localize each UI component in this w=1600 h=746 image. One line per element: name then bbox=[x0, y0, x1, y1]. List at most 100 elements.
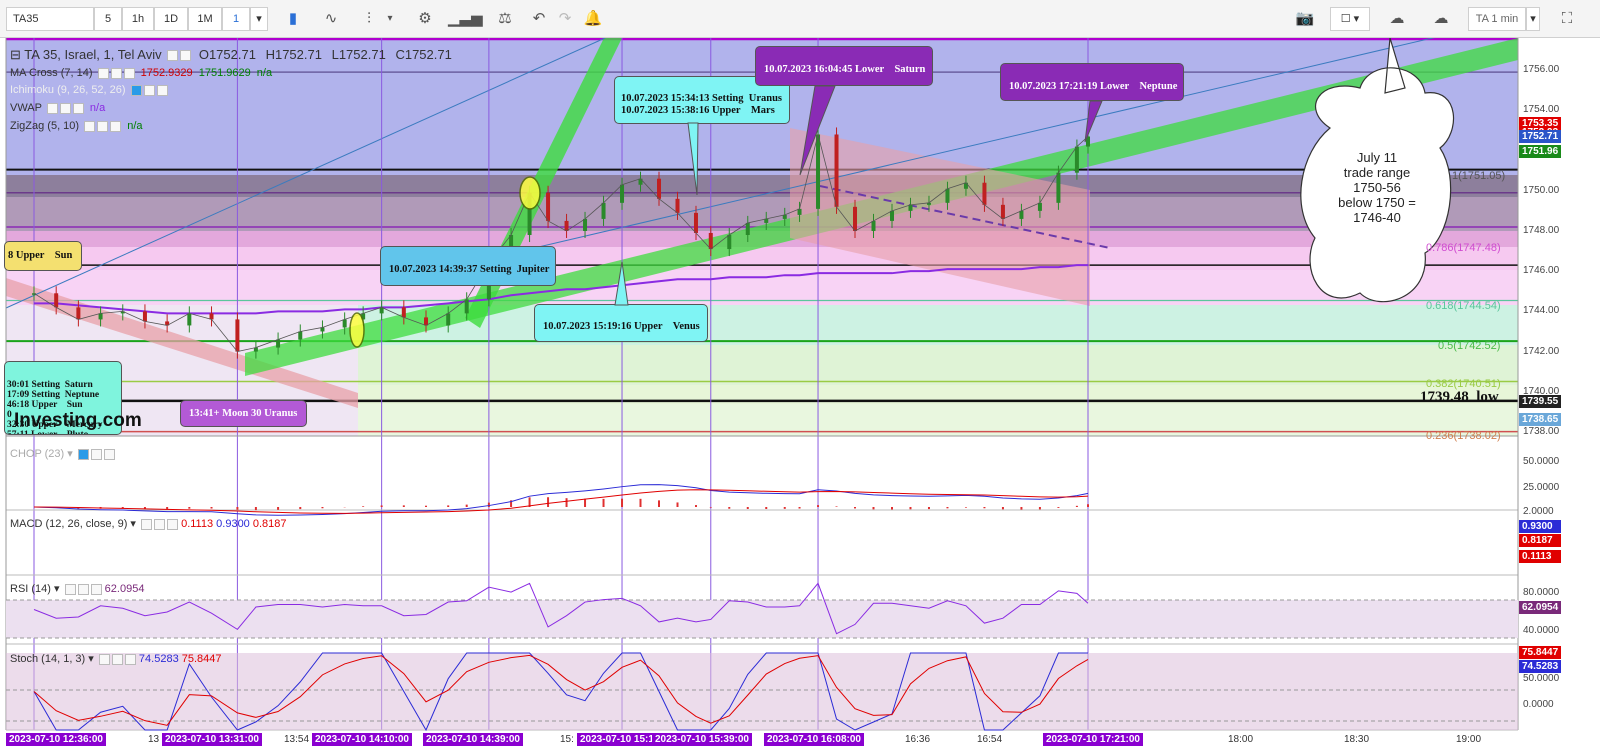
indicator-label: MA Cross (7, 14) bbox=[10, 67, 93, 79]
legend-close-icon[interactable] bbox=[110, 120, 122, 132]
legend-settings-icon[interactable] bbox=[154, 518, 166, 530]
legend-close-icon[interactable] bbox=[124, 653, 136, 665]
compare-dropdown-icon[interactable]: ▾ bbox=[382, 7, 398, 31]
panel-tick: 50.0000 bbox=[1523, 456, 1560, 467]
ohlc-close: C1752.71 bbox=[395, 47, 452, 62]
time-tick: 18:30 bbox=[1344, 734, 1370, 745]
redo-icon[interactable]: ↷ bbox=[550, 7, 580, 31]
legend-collapse-icon[interactable]: ⊟ bbox=[10, 47, 21, 62]
legend-settings-icon[interactable] bbox=[110, 67, 122, 79]
legend-eye-icon[interactable] bbox=[130, 84, 142, 96]
candle-body bbox=[142, 311, 147, 322]
legend-close-icon[interactable] bbox=[156, 84, 168, 96]
legend-eye-icon[interactable] bbox=[46, 102, 58, 114]
time-tick: 16:36 bbox=[905, 734, 931, 745]
time-tag: 2023-07-10 14:10:00 bbox=[312, 733, 412, 746]
candle-body bbox=[657, 178, 662, 199]
alert-bell-icon[interactable]: 🔔 bbox=[578, 7, 608, 31]
time-tag: 2023-07-10 16:08:00 bbox=[764, 733, 864, 746]
highlight-ellipse bbox=[519, 176, 541, 210]
legend-settings-icon[interactable] bbox=[90, 448, 102, 460]
interval-1d-button[interactable]: 1D bbox=[154, 7, 188, 31]
candle-body bbox=[889, 210, 894, 221]
ma-cross-value-1: 1752.9329 bbox=[140, 67, 193, 79]
provider-button[interactable]: TA 1 min bbox=[1468, 7, 1526, 31]
legend-eye-icon[interactable] bbox=[64, 583, 76, 595]
candle-body bbox=[187, 313, 192, 326]
time-tag: 2023-07-10 13:31:00 bbox=[162, 733, 262, 746]
cloud-download-icon[interactable]: ☁ bbox=[1382, 7, 1412, 31]
legend-close-icon[interactable] bbox=[103, 448, 115, 460]
rsi-value: 62.0954 bbox=[104, 583, 145, 595]
cloud-note-line: July 11 bbox=[1356, 150, 1398, 165]
color-picker-button[interactable]: ☐ ▾ bbox=[1330, 7, 1370, 31]
cloud-note-line: below 1750 = bbox=[1338, 195, 1416, 210]
symbol-search-input[interactable]: TA35 bbox=[6, 7, 94, 31]
interval-selected[interactable]: 1 bbox=[222, 7, 250, 31]
candle-body bbox=[76, 307, 81, 320]
indicators-icon[interactable]: ∿ bbox=[316, 7, 346, 31]
time-tick: 15: bbox=[560, 734, 574, 745]
price-tick: 1754.00 bbox=[1523, 104, 1560, 116]
legend-settings-icon[interactable] bbox=[97, 120, 109, 132]
legend-settings-icon[interactable] bbox=[59, 102, 71, 114]
panel-tick: 50.0000 bbox=[1523, 673, 1560, 684]
provider-dropdown[interactable]: ▾ bbox=[1526, 7, 1540, 31]
candle-body bbox=[871, 220, 876, 231]
legend-eye-icon[interactable] bbox=[77, 448, 89, 460]
legend-settings-icon[interactable] bbox=[180, 50, 192, 62]
settings-gear-icon[interactable]: ⚙ bbox=[410, 7, 440, 31]
interval-5-button[interactable]: 5 bbox=[94, 7, 122, 31]
price-badge: 1738.65 bbox=[1519, 412, 1561, 426]
legend-eye-icon[interactable] bbox=[167, 50, 179, 62]
legend-eye-icon[interactable] bbox=[97, 67, 109, 79]
fullscreen-icon[interactable]: ⛶ bbox=[1552, 7, 1582, 31]
legend-eye-icon[interactable] bbox=[84, 120, 96, 132]
bar-chart-icon[interactable]: ▁▃▅ bbox=[448, 7, 483, 31]
interval-1m-button[interactable]: 1M bbox=[188, 7, 222, 31]
camera-icon[interactable]: 📷 bbox=[1290, 7, 1320, 31]
candle-body bbox=[342, 319, 347, 328]
low-value: 1739.48 bbox=[1420, 389, 1469, 405]
callout-jupiter: 10.07.2023 14:39:37 Setting Jupiter bbox=[380, 246, 556, 286]
panel-tick: 25.0000 bbox=[1523, 482, 1560, 493]
macd-label: MACD (12, 26, close, 9) ▾ 0.1113 0.9300 … bbox=[10, 518, 287, 530]
legend-settings-icon[interactable] bbox=[77, 583, 89, 595]
candle-type-icon[interactable]: ▮ bbox=[278, 7, 308, 31]
legend-eye-icon[interactable] bbox=[141, 518, 153, 530]
chart-canvas[interactable] bbox=[0, 38, 1600, 746]
candle-body bbox=[601, 202, 606, 219]
candle-body bbox=[583, 218, 588, 231]
interval-1h-button[interactable]: 1h bbox=[122, 7, 154, 31]
fib-label: 0.618(1744.54) bbox=[1426, 300, 1501, 312]
time-tag: 2023-07-10 12:36:00 bbox=[6, 733, 106, 746]
legend-settings-icon[interactable] bbox=[143, 84, 155, 96]
legend-settings-icon[interactable] bbox=[111, 653, 123, 665]
candle-body bbox=[1074, 146, 1079, 173]
legend-close-icon[interactable] bbox=[72, 102, 84, 114]
stoch-label: Stoch (14, 1, 3) ▾ 74.5283 75.8447 bbox=[10, 653, 222, 665]
candle-body bbox=[401, 307, 406, 318]
candle-body bbox=[446, 313, 451, 326]
legend-close-icon[interactable] bbox=[123, 67, 135, 79]
legend-eye-icon[interactable] bbox=[98, 653, 110, 665]
stoch-label-text: Stoch (14, 1, 3) bbox=[10, 653, 86, 665]
callout-venus: 10.07.2023 15:19:16 Upper Venus bbox=[534, 304, 708, 342]
time-tag: 2023-07-10 15:39:00 bbox=[652, 733, 752, 746]
price-badge: 1752.71 bbox=[1519, 130, 1561, 144]
candle-body bbox=[745, 222, 750, 235]
time-tag: 2023-07-10 14:39:00 bbox=[423, 733, 523, 746]
compare-icon[interactable]: ⫶ bbox=[354, 7, 384, 31]
ma-cross-value-3: n/a bbox=[256, 67, 273, 79]
legend-close-icon[interactable] bbox=[90, 583, 102, 595]
cloud-note-line: trade range bbox=[1343, 165, 1411, 180]
chop-label: CHOP (23) ▾ bbox=[10, 447, 115, 460]
cloud-upload-icon[interactable]: ☁ bbox=[1426, 7, 1456, 31]
balance-icon[interactable]: ⚖ bbox=[490, 7, 520, 31]
low-label: 1739.48 low bbox=[1420, 389, 1499, 406]
legend-close-icon[interactable] bbox=[167, 518, 179, 530]
ma-cross-value-2: 1751.9629 bbox=[198, 67, 251, 79]
candle-body bbox=[908, 204, 913, 211]
interval-dropdown[interactable]: ▾ bbox=[250, 7, 268, 31]
legend-title: ⊟ TA 35, Israel, 1, Tel Aviv O1752.71 H1… bbox=[10, 47, 452, 63]
